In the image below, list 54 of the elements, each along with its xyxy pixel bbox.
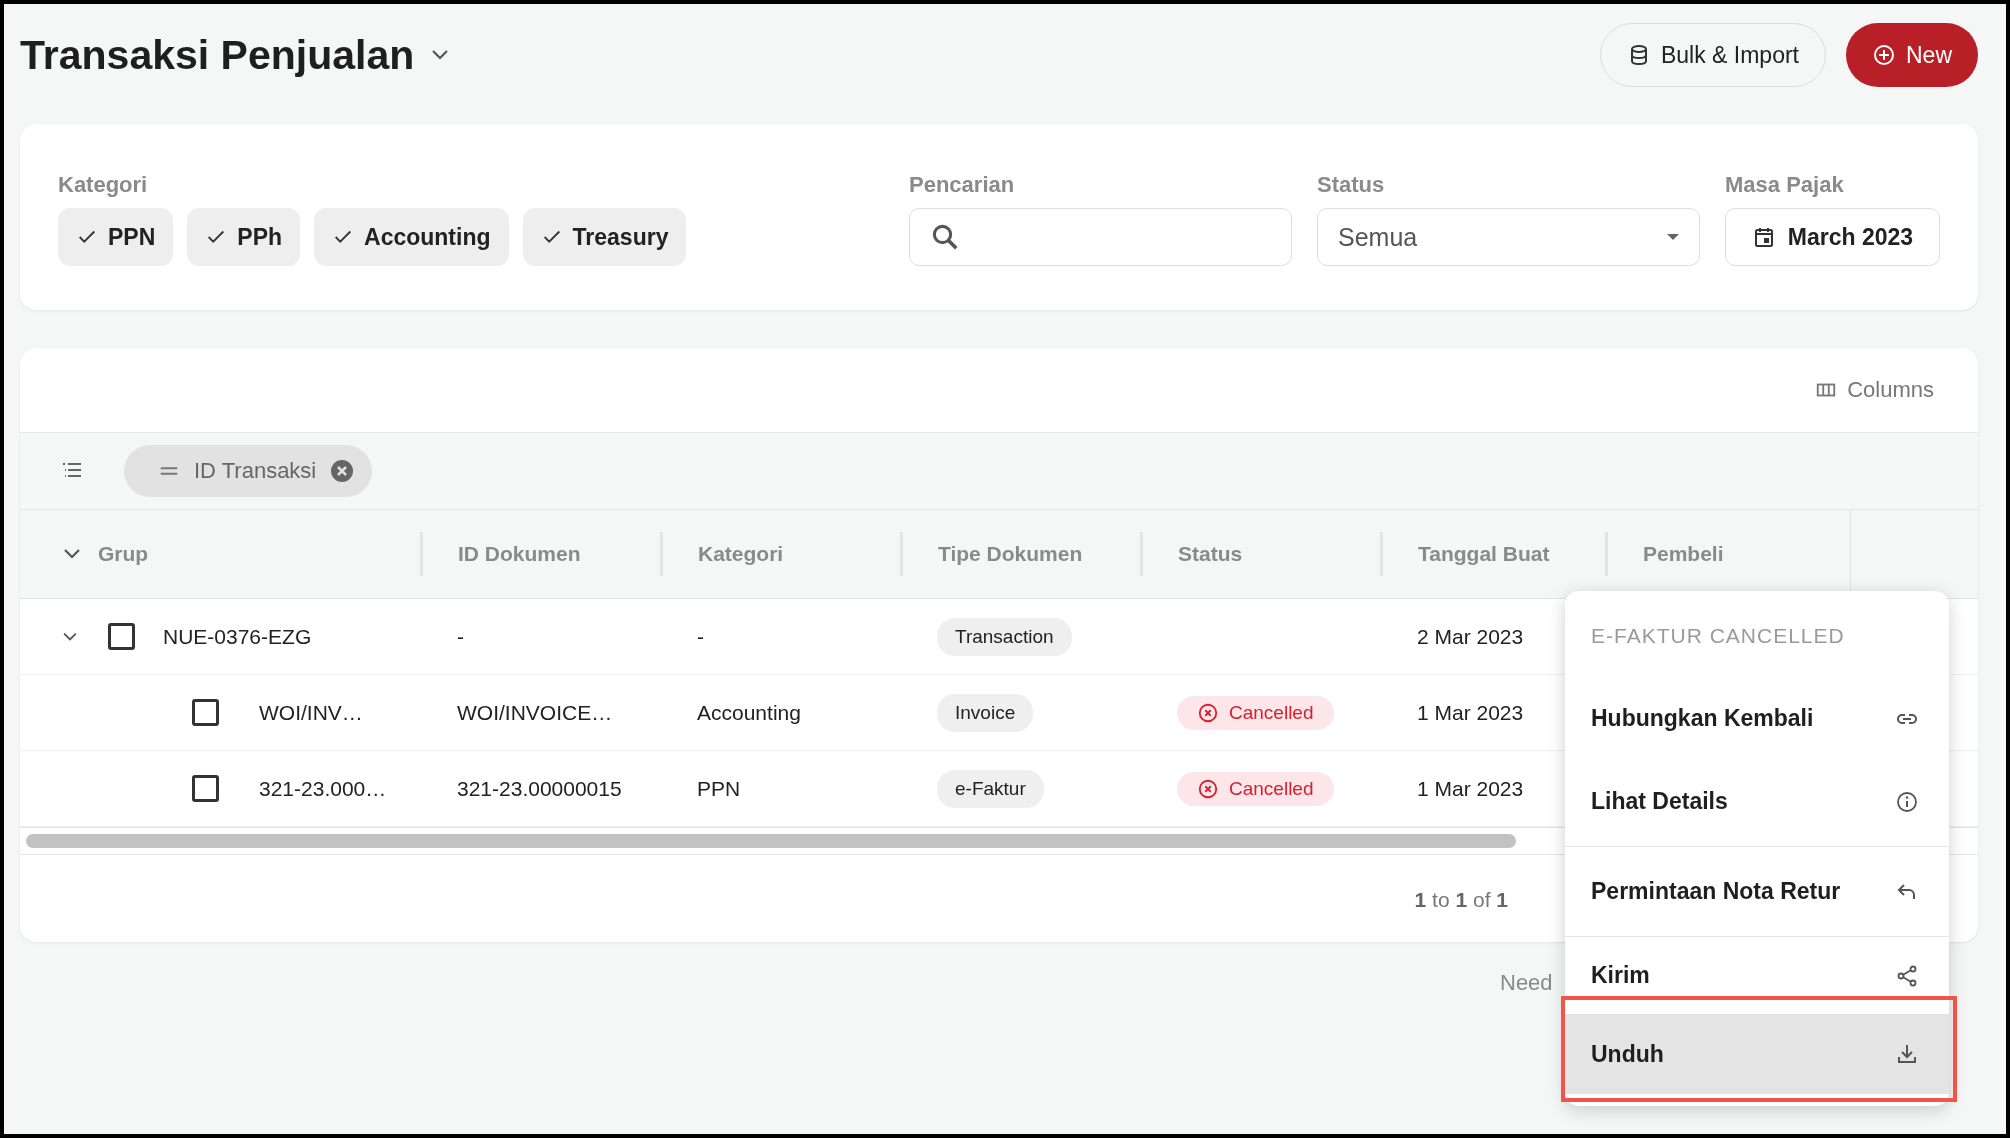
plus-circle-icon [1872,43,1896,67]
new-button[interactable]: New [1846,23,1978,87]
x-circle-icon [1197,701,1219,724]
table-cell: 1 Mar 2023 [1417,776,1524,801]
menu-item[interactable]: Permintaan Nota Retur [1565,847,1949,937]
search-field[interactable] [909,208,1292,266]
caret-down-icon [1667,234,1679,240]
field-label: Pencarian [909,172,1016,199]
category-chip[interactable]: Accounting [314,208,509,266]
bulk-import-button[interactable]: Bulk & Import [1599,23,1826,87]
table-cell: 1 Mar 2023 [1417,700,1524,725]
document-type-tag: Transaction [937,617,1072,656]
row-checkbox[interactable] [192,775,219,802]
download-icon [1895,1042,1919,1066]
group-chip[interactable]: ID Transaksi [124,445,373,497]
search-icon [930,222,960,252]
columns-button[interactable]: Columns [1809,376,1940,404]
category-chip[interactable]: PPN [58,208,174,266]
info-icon [1895,789,1919,814]
row-checkbox[interactable] [192,699,219,726]
menu-header: E-FAKTUR CANCELLED [1590,622,1846,649]
category-chip[interactable]: Treasury [522,208,687,266]
close-icon [330,459,355,483]
status-badge: Cancelled [1177,695,1334,730]
period-picker[interactable]: March 2023 [1725,208,1940,266]
page-title: Transaksi Penjualan [20,31,415,79]
table-cell: - [457,624,464,649]
menu-item[interactable]: Kirim [1565,937,1949,1014]
table-cell: PPN [697,776,741,801]
table-cell: 321-23.000… [259,776,387,801]
x-circle-icon [1197,777,1219,800]
pagination-text: 1 to 1 of 1 [1414,888,1508,912]
status-dropdown[interactable]: Semua [1317,208,1700,266]
menu-item[interactable]: Lihat Details [1565,757,1949,847]
table-cell: 2 Mar 2023 [1417,624,1524,649]
document-type-tag: e-Faktur [937,769,1044,808]
share-icon [1895,963,1919,988]
menu-item[interactable]: Unduh [1565,1014,1949,1094]
table-cell: Accounting [697,700,801,725]
row-checkbox[interactable] [108,623,135,650]
table-cell: - [697,624,704,649]
status-badge: Cancelled [1177,771,1334,806]
category-chip[interactable]: PPh [187,208,301,266]
document-type-tag: Invoice [937,693,1034,732]
scrollbar-thumb[interactable] [26,834,1516,848]
table-cell: WOI/INV… [259,700,363,725]
field-label: Kategori [58,172,149,199]
table-cell: 321-23.00000015 [457,776,622,801]
menu-item[interactable]: Hubungkan Kembali [1565,680,1949,757]
table-cell: NUE-0376-EZG [163,624,312,649]
table-cell: WOI/INVOICE… [457,700,613,725]
field-label: Status [1317,172,1386,199]
field-label: Masa Pajak [1725,172,1845,199]
help-text: Need [1500,970,1553,996]
